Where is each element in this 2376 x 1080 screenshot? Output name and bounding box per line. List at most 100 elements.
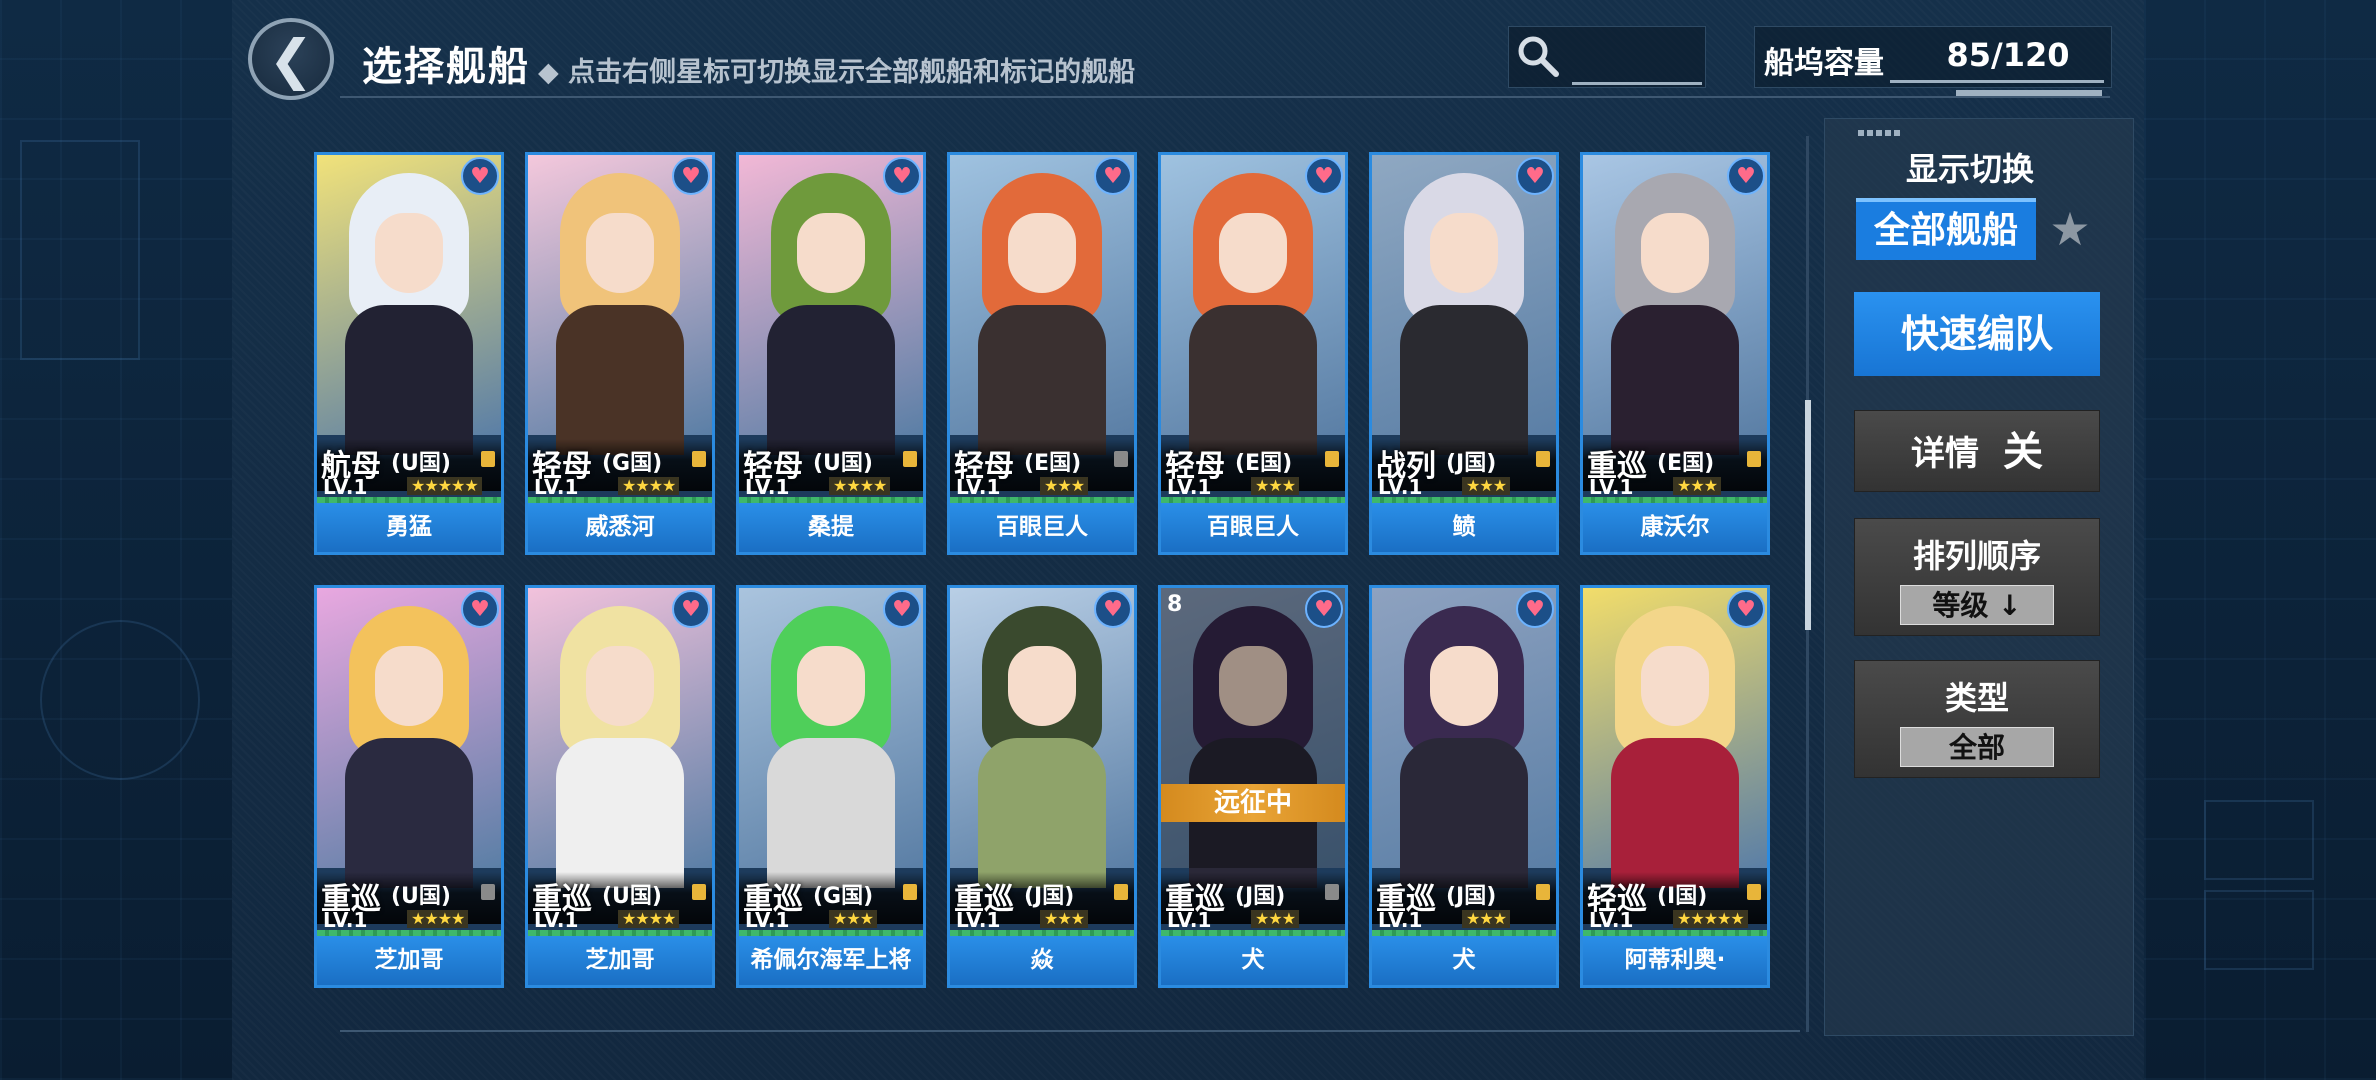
type-filter-button[interactable]: 类型 全部 [1854,660,2100,778]
lock-icon[interactable] [1114,884,1128,900]
lock-icon[interactable] [1536,884,1550,900]
lock-icon[interactable] [1325,451,1339,467]
lock-icon[interactable] [692,451,706,467]
rarity-stars: ★★★ [1462,910,1511,928]
portrait-outfit [978,738,1106,888]
ship-card[interactable]: ♥ 航母 (U国) LV.1 ★★★★★ 勇猛 [314,152,504,555]
lock-icon[interactable] [1114,451,1128,467]
background-decoration [40,620,200,780]
ship-grid: ♥ 航母 (U国) LV.1 ★★★★★ 勇猛 ♥ 轻母 (G国) LV.1 ★… [314,152,1770,988]
portrait-outfit [1611,305,1739,455]
ship-card[interactable]: ♥ 重巡 (J国) LV.1 ★★★ 犬 [1369,585,1559,988]
ship-name: 犬 [1161,936,1345,985]
ship-name: 阿蒂利奥· [1583,936,1767,985]
lock-icon[interactable] [692,884,706,900]
ship-portrait [739,155,923,455]
heart-icon[interactable]: ♥ [672,590,710,628]
ship-name: 勇猛 [317,503,501,552]
heart-icon[interactable]: ♥ [461,157,499,195]
lock-icon[interactable] [1536,451,1550,467]
expedition-dim-overlay [1161,588,1345,868]
ship-portrait [1372,155,1556,455]
portrait-face [586,646,654,726]
heart-icon[interactable]: ♥ [1727,157,1765,195]
heart-icon[interactable]: ♥ [1516,590,1554,628]
ship-nation: (U国) [391,884,451,909]
heart-icon[interactable]: ♥ [1727,590,1765,628]
details-label: 详情 [1911,434,1979,474]
ship-card[interactable]: ♥ 轻母 (G国) LV.1 ★★★★ 威悉河 [525,152,715,555]
ship-level: LV.1 [1167,908,1212,932]
lock-icon[interactable] [1747,451,1761,467]
ship-card[interactable]: ♥ 轻母 (E国) LV.1 ★★★ 百眼巨人 [947,152,1137,555]
ship-card[interactable]: ♥ 轻母 (E国) LV.1 ★★★ 百眼巨人 [1158,152,1348,555]
portrait-face [797,646,865,726]
star-icon[interactable]: ★ [2046,200,2094,258]
portrait-outfit [1400,305,1528,455]
heart-icon[interactable]: ♥ [883,157,921,195]
ship-nation: (J国) [1235,884,1286,909]
sort-order-label: 排列顺序 [1912,537,2041,575]
ship-portrait [950,588,1134,888]
lock-icon[interactable] [1747,884,1761,900]
quick-formation-button[interactable]: 快速编队 [1854,292,2100,376]
heart-icon[interactable]: ♥ [1094,157,1132,195]
ship-name: 百眼巨人 [1161,503,1345,552]
ship-level: LV.1 [1589,908,1634,932]
heart-icon[interactable]: ♥ [461,590,499,628]
ship-name: 康沃尔 [1583,503,1767,552]
heart-icon[interactable]: ♥ [1516,157,1554,195]
all-ships-tab[interactable]: 全部舰船 [1856,198,2036,260]
back-button[interactable]: ❮ [248,18,334,100]
portrait-face [1641,646,1709,726]
page-subtitle: ◆ 点击右侧星标可切换显示全部舰船和标记的舰船 [538,57,1136,88]
heart-icon[interactable]: ♥ [883,590,921,628]
search-icon[interactable] [1514,32,1562,80]
heart-icon[interactable]: ♥ [672,157,710,195]
ship-nation: (U国) [813,451,873,476]
portrait-face [1430,646,1498,726]
ship-card[interactable]: ♥ 重巡 (E国) LV.1 ★★★ 康沃尔 [1580,152,1770,555]
scroll-thumb[interactable] [1805,400,1811,630]
dock-capacity-underline [1890,80,2104,83]
ship-card[interactable]: ♥ 轻巡 (I国) LV.1 ★★★★★ 阿蒂利奥· [1580,585,1770,988]
ship-name: 鲼 [1372,503,1556,552]
ship-nation: (G国) [813,884,874,909]
heart-icon[interactable]: ♥ [1305,590,1343,628]
portrait-face [375,646,443,726]
ship-portrait [1372,588,1556,888]
ship-nation: (G国) [602,451,663,476]
portrait-outfit [556,738,684,888]
ship-card[interactable]: ♥ 重巡 (J国) LV.1 ★★★ 犬 远征中 8 [1158,585,1348,988]
ship-portrait [1583,155,1767,455]
ship-portrait [317,588,501,888]
heart-icon[interactable]: ♥ [1305,157,1343,195]
ship-name: 桑提 [739,503,923,552]
portrait-outfit [978,305,1106,455]
portrait-face [586,213,654,293]
lock-icon[interactable] [903,884,917,900]
ship-card[interactable]: ♥ 重巡 (U国) LV.1 ★★★★ 芝加哥 [525,585,715,988]
ship-card[interactable]: ♥ 战列 (J国) LV.1 ★★★ 鲼 [1369,152,1559,555]
rarity-stars: ★★★ [829,910,878,928]
ship-card[interactable]: ♥ 轻母 (U国) LV.1 ★★★★ 桑提 [736,152,926,555]
heart-icon[interactable]: ♥ [1094,590,1132,628]
background-left [0,0,232,1080]
fleet-number: 8 [1167,592,1183,617]
expedition-badge: 远征中 [1161,784,1345,822]
ship-card[interactable]: ♥ 重巡 (J国) LV.1 ★★★ 焱 [947,585,1137,988]
ship-nation: (J国) [1024,884,1075,909]
lock-icon[interactable] [481,451,495,467]
ship-nation: (E国) [1657,451,1715,476]
lock-icon[interactable] [903,451,917,467]
details-toggle-button[interactable]: 详情关 [1854,410,2100,492]
portrait-face [797,213,865,293]
rarity-stars: ★★★ [1040,477,1089,495]
portrait-face [1219,213,1287,293]
ship-card[interactable]: ♥ 重巡 (G国) LV.1 ★★★ 希佩尔海军上将 [736,585,926,988]
page-title: 选择舰船 [362,44,530,90]
sort-order-button[interactable]: 排列顺序 等级 ↓ [1854,518,2100,636]
ship-card[interactable]: ♥ 重巡 (U国) LV.1 ★★★★ 芝加哥 [314,585,504,988]
lock-icon[interactable] [1325,884,1339,900]
lock-icon[interactable] [481,884,495,900]
